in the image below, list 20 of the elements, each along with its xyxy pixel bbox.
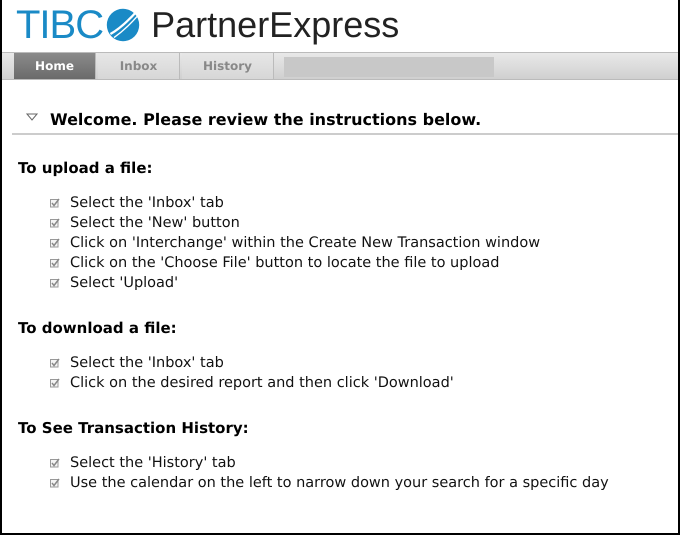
section-heading: To See Transaction History: bbox=[18, 419, 250, 437]
section-heading: To upload a file: bbox=[18, 159, 154, 177]
logo-mark-icon bbox=[105, 7, 142, 43]
instruction-step: Select the 'Inbox' tab bbox=[70, 195, 224, 211]
brand-logo-text: TIBC bbox=[16, 5, 104, 45]
nav-tab[interactable]: Inbox bbox=[98, 53, 180, 79]
nav-tab[interactable]: History bbox=[182, 53, 274, 79]
instruction-step: Select the 'History' tab bbox=[70, 455, 236, 471]
instruction-step: Click on the 'Choose File' button to locate the file to upload bbox=[70, 255, 500, 271]
nav-tab[interactable]: Home bbox=[14, 53, 96, 79]
collapse-triangle-icon[interactable] bbox=[26, 112, 38, 120]
instruction-step: Select the 'Inbox' tab bbox=[70, 355, 224, 371]
instruction-step: Use the calendar on the left to narrow down your search for a specific day bbox=[70, 475, 609, 491]
panel-title: Welcome. Please review the instructions below. bbox=[50, 110, 482, 129]
instruction-step: Select 'Upload' bbox=[70, 275, 178, 291]
instruction-step: Click on the desired report and then click 'Download' bbox=[70, 375, 454, 391]
section-heading: To download a file: bbox=[18, 319, 178, 337]
instruction-step: Select the 'New' button bbox=[70, 215, 240, 231]
product-name: PartnerExpress bbox=[151, 7, 400, 43]
instruction-step: Click on 'Interchange' within the Create New Transaction window bbox=[70, 235, 540, 251]
